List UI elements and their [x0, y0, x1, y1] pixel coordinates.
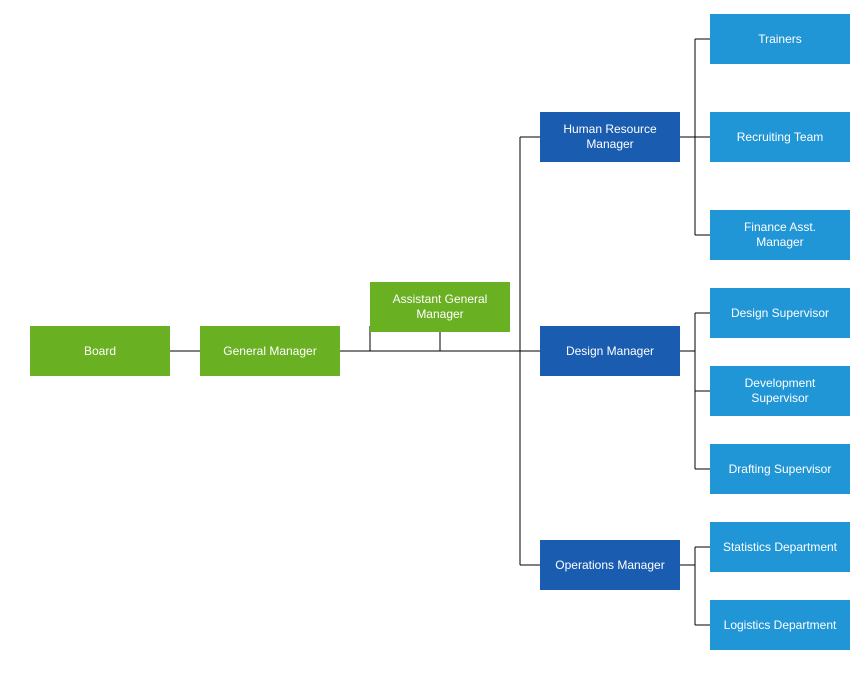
- node-design-supervisor[interactable]: Design Supervisor: [710, 288, 850, 338]
- node-development-supervisor[interactable]: DevelopmentSupervisor: [710, 366, 850, 416]
- node-label: General Manager: [223, 344, 316, 359]
- node-finance-asst-manager[interactable]: Finance Asst.Manager: [710, 210, 850, 260]
- node-label: Drafting Supervisor: [729, 462, 832, 477]
- node-general-manager[interactable]: General Manager: [200, 326, 340, 376]
- node-design-manager[interactable]: Design Manager: [540, 326, 680, 376]
- node-label: Finance Asst.Manager: [744, 220, 816, 250]
- node-board[interactable]: Board: [30, 326, 170, 376]
- node-label: Trainers: [758, 32, 802, 47]
- node-label: Human ResourceManager: [563, 122, 656, 152]
- node-logistics-department[interactable]: Logistics Department: [710, 600, 850, 650]
- node-hr-manager[interactable]: Human ResourceManager: [540, 112, 680, 162]
- node-operations-manager[interactable]: Operations Manager: [540, 540, 680, 590]
- node-statistics-department[interactable]: Statistics Department: [710, 522, 850, 572]
- node-label: Design Supervisor: [731, 306, 829, 321]
- node-recruiting-team[interactable]: Recruiting Team: [710, 112, 850, 162]
- node-label: Design Manager: [566, 344, 654, 359]
- node-label: Board: [84, 344, 116, 359]
- node-assistant-general-manager[interactable]: Assistant GeneralManager: [370, 282, 510, 332]
- node-label: Recruiting Team: [737, 130, 823, 145]
- node-label: Logistics Department: [724, 618, 837, 633]
- node-drafting-supervisor[interactable]: Drafting Supervisor: [710, 444, 850, 494]
- node-label: Operations Manager: [555, 558, 664, 573]
- node-label: Assistant GeneralManager: [393, 292, 488, 322]
- node-label: DevelopmentSupervisor: [745, 376, 816, 406]
- node-label: Statistics Department: [723, 540, 837, 555]
- node-trainers[interactable]: Trainers: [710, 14, 850, 64]
